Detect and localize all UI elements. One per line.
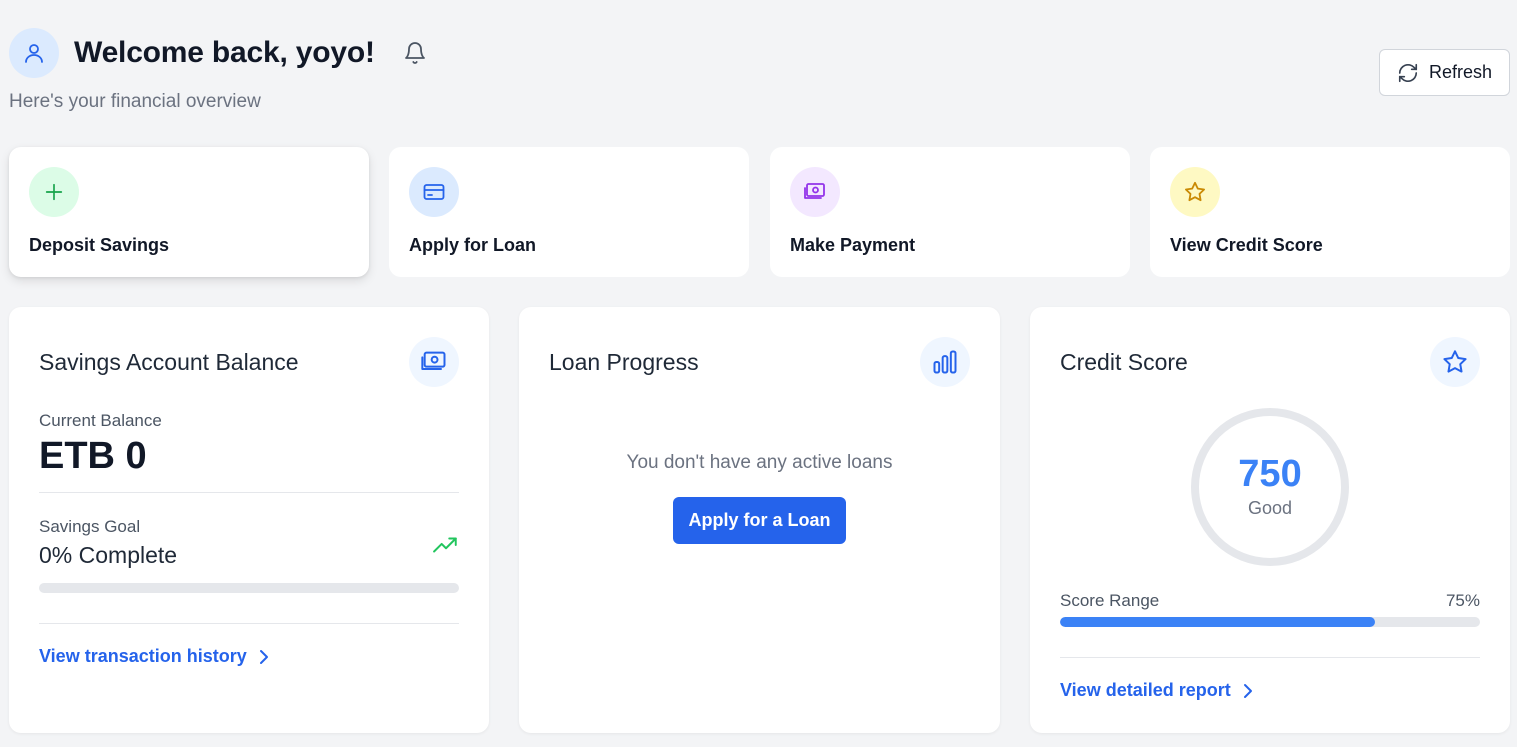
link-label: View transaction history [39, 646, 247, 666]
current-balance-label: Current Balance [39, 411, 162, 430]
quick-action-label: View Credit Score [1170, 235, 1323, 255]
credit-score-card: Credit Score 750 Good Score Range 75% Vi… [1030, 307, 1510, 733]
quick-action-make-payment[interactable]: Make Payment [770, 147, 1130, 277]
refresh-label: Refresh [1428, 62, 1493, 82]
star-icon [1185, 181, 1205, 202]
star-icon-wrap [1170, 167, 1220, 217]
plus-icon-wrap [29, 167, 79, 217]
quick-action-view-credit-score[interactable]: View Credit Score [1150, 147, 1510, 277]
notifications-button[interactable] [401, 39, 429, 67]
savings-goal-label: Savings Goal [39, 517, 141, 536]
quick-action-label: Deposit Savings [29, 235, 170, 255]
score-range-progress [1060, 617, 1480, 627]
no-loans-message: You don't have any active loans [626, 452, 893, 473]
refresh-button[interactable]: Refresh [1379, 49, 1510, 96]
user-icon [25, 44, 43, 63]
banknote-icon [421, 351, 446, 370]
page-subtitle: Here's your financial overview [9, 91, 261, 112]
dashboard: Welcome back, yoyo! Here's your financia… [0, 0, 1517, 747]
link-label: View detailed report [1060, 680, 1231, 700]
savings-card: Savings Account Balance Current Balance … [9, 307, 489, 733]
quick-action-label: Apply for Loan [409, 235, 536, 255]
current-balance-value: ETB 0 [39, 435, 147, 477]
credit-score-value: 750 [1238, 453, 1302, 495]
page-title: Welcome back, yoyo! [74, 36, 375, 69]
star-icon [1443, 350, 1467, 373]
chevron-right-icon [1243, 683, 1252, 698]
savings-goal-value: 0% Complete [39, 542, 178, 568]
banknote-icon-wrap [409, 337, 459, 387]
view-transaction-history-link[interactable]: View transaction history [39, 646, 271, 667]
star-icon-wrap [1430, 337, 1480, 387]
credit-card-icon-wrap [409, 167, 459, 217]
quick-action-deposit-savings[interactable]: Deposit Savings [9, 147, 369, 277]
header: Welcome back, yoyo! [9, 28, 429, 78]
card-title: Savings Account Balance [39, 349, 299, 375]
score-range-label: Score Range [1060, 591, 1160, 610]
score-range-progress-fill [1060, 617, 1375, 627]
credit-score-gauge: 750 Good [1188, 405, 1352, 569]
banknote-icon-wrap [790, 167, 840, 217]
bar-chart-icon-wrap [920, 337, 970, 387]
card-title: Loan Progress [549, 349, 699, 375]
avatar[interactable] [9, 28, 59, 78]
quick-action-label: Make Payment [790, 235, 916, 255]
banknote-icon [804, 183, 825, 199]
card-title: Credit Score [1060, 349, 1188, 375]
bar-chart-icon [933, 350, 957, 374]
bell-icon [404, 42, 425, 64]
score-range-percent: 75% [1445, 591, 1480, 610]
apply-for-loan-button[interactable]: Apply for a Loan [673, 497, 846, 544]
loan-card: Loan Progress You don't have any active … [519, 307, 1000, 733]
view-detailed-report-link[interactable]: View detailed report [1060, 680, 1255, 701]
trending-up-icon [433, 537, 457, 553]
quick-action-apply-loan[interactable]: Apply for Loan [389, 147, 749, 277]
divider [39, 492, 459, 493]
plus-icon [45, 183, 63, 201]
divider [1060, 657, 1480, 658]
credit-card-icon [423, 184, 445, 200]
credit-score-rating: Good [1247, 498, 1293, 518]
divider [39, 623, 459, 624]
savings-goal-progress [39, 583, 459, 593]
refresh-icon [1398, 63, 1418, 82]
chevron-right-icon [259, 649, 268, 664]
